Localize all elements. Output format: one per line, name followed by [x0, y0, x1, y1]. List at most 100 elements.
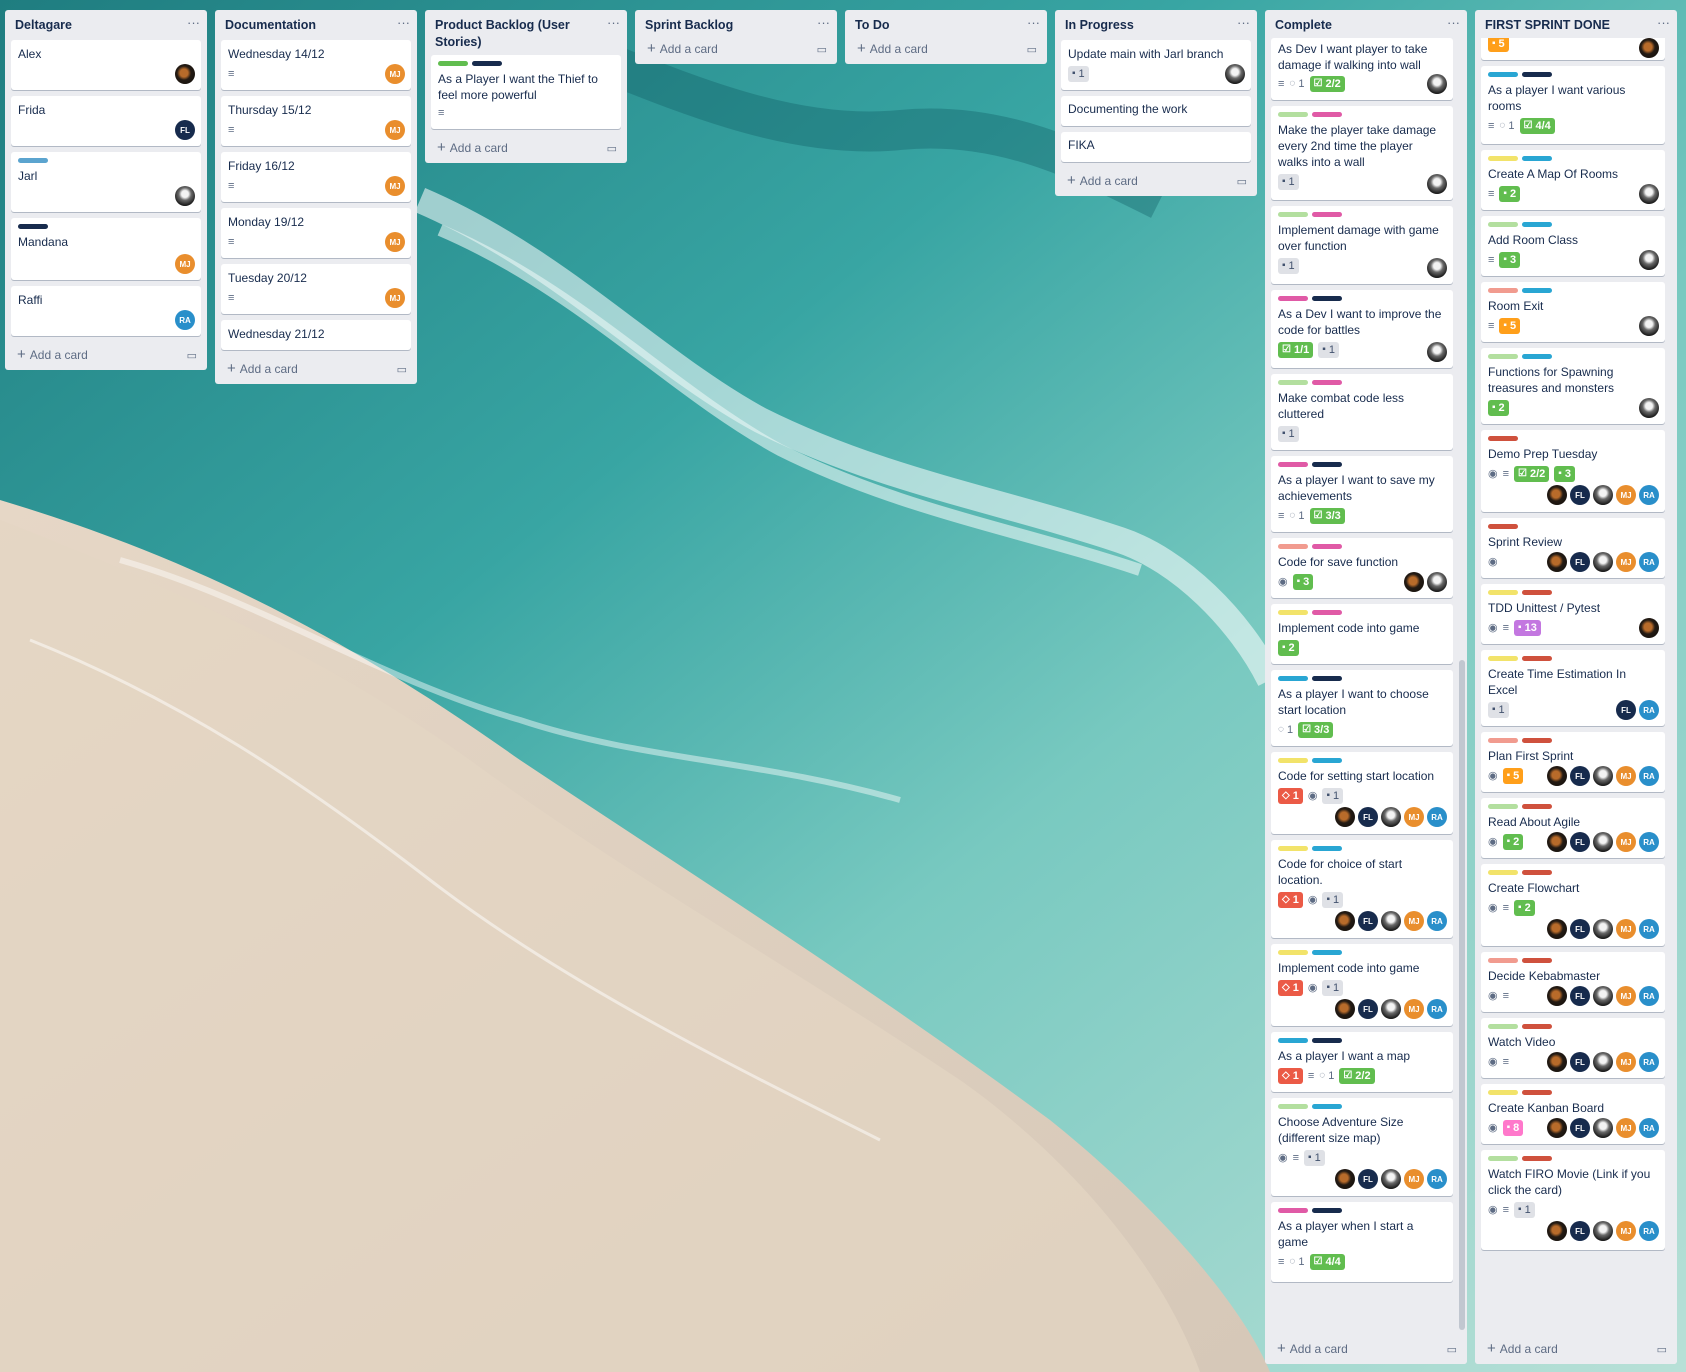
card-template-icon[interactable]: ▭	[1027, 43, 1037, 56]
card[interactable]: Add Room Class ≡ ▪ 3	[1481, 216, 1665, 276]
list-title[interactable]: Documentation	[225, 17, 316, 34]
list-menu-icon[interactable]: ···	[1237, 16, 1250, 29]
list-title[interactable]: FIRST SPRINT DONE	[1485, 17, 1610, 34]
member-avatar[interactable]: MJ	[1616, 919, 1636, 939]
member-avatar[interactable]	[1593, 1052, 1613, 1072]
member-avatar[interactable]	[1547, 552, 1567, 572]
list-title[interactable]: Complete	[1275, 17, 1332, 34]
card[interactable]: Monday 19/12 ≡ MJ	[221, 208, 411, 258]
member-avatar[interactable]	[1593, 1221, 1613, 1241]
card[interactable]: FIKA	[1061, 132, 1251, 162]
member-avatar[interactable]	[1547, 1118, 1567, 1138]
scrollbar[interactable]	[1459, 660, 1465, 1330]
member-avatar[interactable]: RA	[175, 310, 195, 330]
card[interactable]: Frida FL	[11, 96, 201, 146]
member-avatar[interactable]	[1335, 807, 1355, 827]
card[interactable]: Jarl	[11, 152, 201, 212]
member-avatar[interactable]: MJ	[1616, 485, 1636, 505]
member-avatar[interactable]: RA	[1639, 919, 1659, 939]
card[interactable]: Watch FIRO Movie (Link if you click the …	[1481, 1150, 1665, 1250]
member-avatar[interactable]	[1547, 1052, 1567, 1072]
card[interactable]: Wednesday 14/12 ≡ MJ	[221, 40, 411, 90]
member-avatar[interactable]	[1427, 342, 1447, 362]
list-menu-icon[interactable]: ···	[607, 16, 620, 29]
member-avatar[interactable]: RA	[1639, 1221, 1659, 1241]
member-avatar[interactable]	[1547, 485, 1567, 505]
card[interactable]: Code for choice of start location. ◇ 1 ◉ …	[1271, 840, 1453, 938]
member-avatar[interactable]: FL	[1570, 552, 1590, 572]
member-avatar[interactable]: MJ	[1616, 986, 1636, 1006]
card[interactable]: Update main with Jarl branch ▪ 1	[1061, 40, 1251, 90]
card-template-icon[interactable]: ▭	[1657, 1343, 1667, 1356]
member-avatar[interactable]	[175, 64, 195, 84]
member-avatar[interactable]: FL	[1616, 700, 1636, 720]
member-avatar[interactable]: MJ	[1616, 832, 1636, 852]
add-card-button[interactable]: + Add a card ▭	[5, 342, 207, 370]
member-avatar[interactable]	[1593, 1118, 1613, 1138]
member-avatar[interactable]: MJ	[1616, 1118, 1636, 1138]
member-avatar[interactable]	[1427, 174, 1447, 194]
card[interactable]: Functions for Spawning treasures and mon…	[1481, 348, 1665, 424]
card[interactable]: Room Exit ≡ ▪ 5	[1481, 282, 1665, 342]
member-avatar[interactable]	[1639, 38, 1659, 58]
member-avatar[interactable]: FL	[1570, 1052, 1590, 1072]
member-avatar[interactable]: FL	[1570, 986, 1590, 1006]
member-avatar[interactable]: FL	[1570, 1118, 1590, 1138]
list-menu-icon[interactable]: ···	[1657, 16, 1670, 29]
member-avatar[interactable]	[1639, 618, 1659, 638]
card[interactable]: Wednesday 21/12	[221, 320, 411, 350]
member-avatar[interactable]: MJ	[385, 288, 405, 308]
list-menu-icon[interactable]: ···	[397, 16, 410, 29]
card-template-icon[interactable]: ▭	[607, 142, 617, 155]
member-avatar[interactable]: MJ	[1616, 1221, 1636, 1241]
member-avatar[interactable]	[1381, 1169, 1401, 1189]
member-avatar[interactable]	[1639, 184, 1659, 204]
member-avatar[interactable]: MJ	[385, 64, 405, 84]
member-avatar[interactable]: MJ	[385, 176, 405, 196]
card[interactable]: Code for save function ◉ ▪ 3	[1271, 538, 1453, 598]
card[interactable]: Choose Adventure Size (different size ma…	[1271, 1098, 1453, 1196]
list-menu-icon[interactable]: ···	[817, 16, 830, 29]
member-avatar[interactable]	[1593, 832, 1613, 852]
card[interactable]: Alex	[11, 40, 201, 90]
member-avatar[interactable]: RA	[1639, 552, 1659, 572]
add-card-button[interactable]: + Add a card ▭	[635, 40, 837, 64]
member-avatar[interactable]	[1547, 766, 1567, 786]
member-avatar[interactable]: RA	[1639, 986, 1659, 1006]
card-template-icon[interactable]: ▭	[817, 43, 827, 56]
member-avatar[interactable]: RA	[1639, 485, 1659, 505]
card[interactable]: Implement code into game ◇ 1 ◉ ▪ 1 FL MJ R…	[1271, 944, 1453, 1026]
card[interactable]: Tuesday 20/12 ≡ MJ	[221, 264, 411, 314]
member-avatar[interactable]	[1547, 1221, 1567, 1241]
card[interactable]: Create A Map Of Rooms ≡ ▪ 2	[1481, 150, 1665, 210]
member-avatar[interactable]	[1593, 485, 1613, 505]
member-avatar[interactable]: RA	[1639, 1118, 1659, 1138]
member-avatar[interactable]	[1427, 74, 1447, 94]
member-avatar[interactable]: RA	[1427, 1169, 1447, 1189]
list-menu-icon[interactable]: ···	[1447, 16, 1460, 29]
member-avatar[interactable]: MJ	[175, 254, 195, 274]
card[interactable]: As a player I want various rooms ≡ ◌ 1 ☑ 4…	[1481, 66, 1665, 144]
member-avatar[interactable]: MJ	[385, 120, 405, 140]
member-avatar[interactable]: RA	[1427, 999, 1447, 1019]
member-avatar[interactable]: RA	[1427, 807, 1447, 827]
member-avatar[interactable]: RA	[1639, 700, 1659, 720]
card[interactable]: As Dev I want player to take damage if w…	[1271, 38, 1453, 100]
card[interactable]: Create Kanban Board ◉ ▪ 8 FL MJ RA	[1481, 1084, 1665, 1144]
member-avatar[interactable]	[1593, 552, 1613, 572]
list-title[interactable]: Deltagare	[15, 17, 72, 34]
member-avatar[interactable]	[1225, 64, 1245, 84]
list-menu-icon[interactable]: ···	[1027, 16, 1040, 29]
add-card-button[interactable]: + Add a card ▭	[1055, 168, 1257, 196]
card[interactable]: As a Dev I want to improve the code for …	[1271, 290, 1453, 368]
member-avatar[interactable]	[1381, 999, 1401, 1019]
card[interactable]: Mandana MJ	[11, 218, 201, 280]
member-avatar[interactable]	[1427, 258, 1447, 278]
member-avatar[interactable]	[1381, 911, 1401, 931]
member-avatar[interactable]: MJ	[1404, 999, 1424, 1019]
list-title[interactable]: Sprint Backlog	[645, 17, 733, 34]
add-card-button[interactable]: + Add a card ▭	[215, 356, 417, 384]
card[interactable]: Plan First Sprint ◉ ▪ 5 FL MJ RA	[1481, 732, 1665, 792]
member-avatar[interactable]	[1404, 572, 1424, 592]
card[interactable]: Watch Video ◉ ≡ FL MJ RA	[1481, 1018, 1665, 1078]
